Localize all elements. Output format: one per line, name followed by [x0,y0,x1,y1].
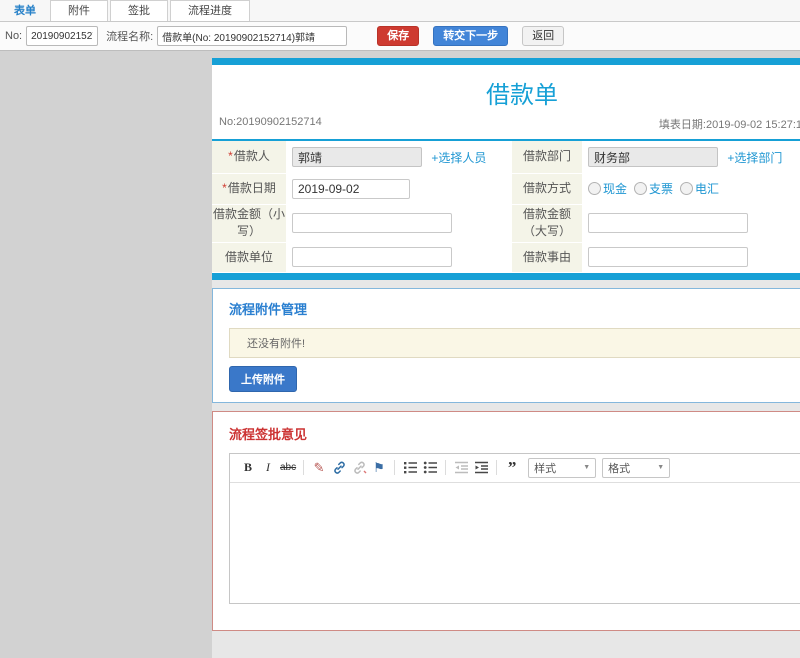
loan-unit-input[interactable] [292,247,452,267]
radio-cheque[interactable] [634,182,648,195]
remove-format-icon[interactable]: ✎ [311,459,327,476]
forward-next-step-button[interactable]: 转交下一步 [433,26,509,46]
radio-wire[interactable] [680,182,694,195]
department-label: 借款部门 [512,141,582,174]
editor-toolbar: B I abc ✎ ⚑ ” 样式 ▼ 格式 ▼ [230,453,800,483]
radio-cheque-label[interactable]: 支票 [649,180,673,197]
loan-method-label: 借款方式 [512,173,582,205]
rich-text-editor: B I abc ✎ ⚑ ” 样式 ▼ 格式 ▼ [229,452,800,604]
unlink-icon[interactable] [351,459,367,476]
radio-cash[interactable] [588,182,601,195]
radio-wire-label[interactable]: 电汇 [695,180,719,197]
toolbar-separator [303,460,305,475]
strikethrough-icon[interactable]: abc [280,459,296,476]
editor-content-area[interactable] [230,482,800,603]
form-date-text: 填表日期:2019-09-02 15:27:1 [658,119,800,131]
top-accent-bar [212,58,800,65]
amount-small-label: 借款金额（小写） [212,204,286,243]
bulleted-list-icon[interactable] [422,459,438,476]
format-dropdown[interactable]: 格式 ▼ [602,457,671,478]
borrower-label: *借款人 [212,141,286,174]
bold-icon[interactable]: B [240,459,256,476]
borrower-input[interactable] [292,147,422,167]
toolbar-separator [394,460,396,475]
toolbar: No: 流程名称: 保存 转交下一步 返回 [0,22,800,51]
amount-small-input[interactable] [292,213,452,233]
attachments-heading: 流程附件管理 [229,301,308,317]
form-title: 借款单 [486,82,558,109]
no-label: No: [5,30,23,42]
loan-unit-label: 借款单位 [212,242,286,273]
main-content: 借款单 No:20190902152714 填表日期:2019-09-02 15… [212,58,800,658]
ordered-list-icon[interactable] [402,459,418,476]
select-person-link[interactable]: +选择人员 [431,151,486,165]
loan-reason-input[interactable] [588,247,748,267]
amount-big-input[interactable] [588,213,748,233]
italic-icon[interactable]: I [260,459,276,476]
upload-attachment-button[interactable]: 上传附件 [229,365,297,392]
tab-approval[interactable]: 签批 [110,0,168,21]
loan-date-input[interactable] [292,178,410,199]
back-button[interactable]: 返回 [522,26,565,46]
tab-bar: 表单 附件 签批 流程进度 [0,0,800,22]
blockquote-icon[interactable]: ” [504,459,520,476]
signoff-panel: 流程签批意见 B I abc ✎ ⚑ ” 样式 ▼ 格式 ▼ [212,410,800,631]
flow-name-input[interactable] [157,26,348,46]
loan-form-panel: 借款单 No:20190902152714 填表日期:2019-09-02 15… [212,58,800,280]
amount-big-label: 借款金额（大写） [512,204,582,243]
outdent-icon[interactable] [453,459,469,476]
department-input[interactable] [588,147,718,167]
chevron-down-icon: ▼ [657,464,665,471]
anchor-flag-icon[interactable]: ⚑ [371,459,387,476]
link-icon[interactable] [331,459,347,476]
indent-icon[interactable] [473,459,489,476]
loan-form-table: *借款人 +选择人员 借款部门 +选择部门 *借款日期 [212,141,800,273]
radio-cash-label[interactable]: 现金 [603,180,627,197]
styles-dropdown[interactable]: 样式 ▼ [528,457,597,478]
bottom-accent-bar [212,272,800,280]
attachments-panel: 流程附件管理 还没有附件! 上传附件 [212,287,800,403]
no-input[interactable] [26,26,99,46]
tab-form[interactable]: 表单 [0,1,50,21]
save-button[interactable]: 保存 [377,26,420,46]
signoff-heading: 流程签批意见 [229,426,308,442]
chevron-down-icon: ▼ [583,464,591,471]
loan-reason-label: 借款事由 [512,242,582,273]
toolbar-separator [496,460,498,475]
loan-date-label: *借款日期 [212,173,286,205]
tab-progress[interactable]: 流程进度 [170,0,250,21]
toolbar-separator [445,460,447,475]
form-no-text: No:20190902152714 [219,116,322,128]
tab-attachments[interactable]: 附件 [50,0,108,21]
select-department-link[interactable]: +选择部门 [727,151,782,165]
attachments-empty-message: 还没有附件! [229,327,800,358]
flow-name-label: 流程名称: [106,31,154,43]
